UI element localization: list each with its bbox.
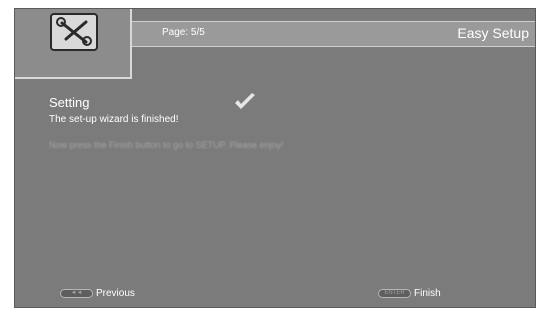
finish-button[interactable]: ENTER Finish bbox=[378, 286, 441, 300]
finish-label: Finish bbox=[414, 287, 441, 299]
header-bar: Page: 5/5 Easy Setup bbox=[132, 21, 535, 47]
easy-setup-screen: Page: 5/5 Easy Setup Setting The set-up … bbox=[14, 8, 536, 308]
enter-key-icon: ENTER bbox=[378, 288, 411, 298]
previous-label: Previous bbox=[96, 287, 135, 299]
setting-heading: Setting bbox=[49, 95, 90, 110]
finish-instructions: Now press the Finish button to go to SET… bbox=[49, 140, 284, 150]
page-indicator: Page: 5/5 bbox=[162, 27, 205, 38]
wizard-finished-message: The set-up wizard is finished! bbox=[49, 114, 179, 125]
setup-logo-panel bbox=[15, 9, 132, 79]
screen-title: Easy Setup bbox=[457, 25, 529, 41]
wrench-screwdriver-icon bbox=[50, 13, 98, 51]
check-icon bbox=[235, 93, 255, 109]
previous-button[interactable]: ◄◄ Previous bbox=[60, 286, 135, 300]
rewind-key-icon: ◄◄ bbox=[60, 288, 93, 298]
